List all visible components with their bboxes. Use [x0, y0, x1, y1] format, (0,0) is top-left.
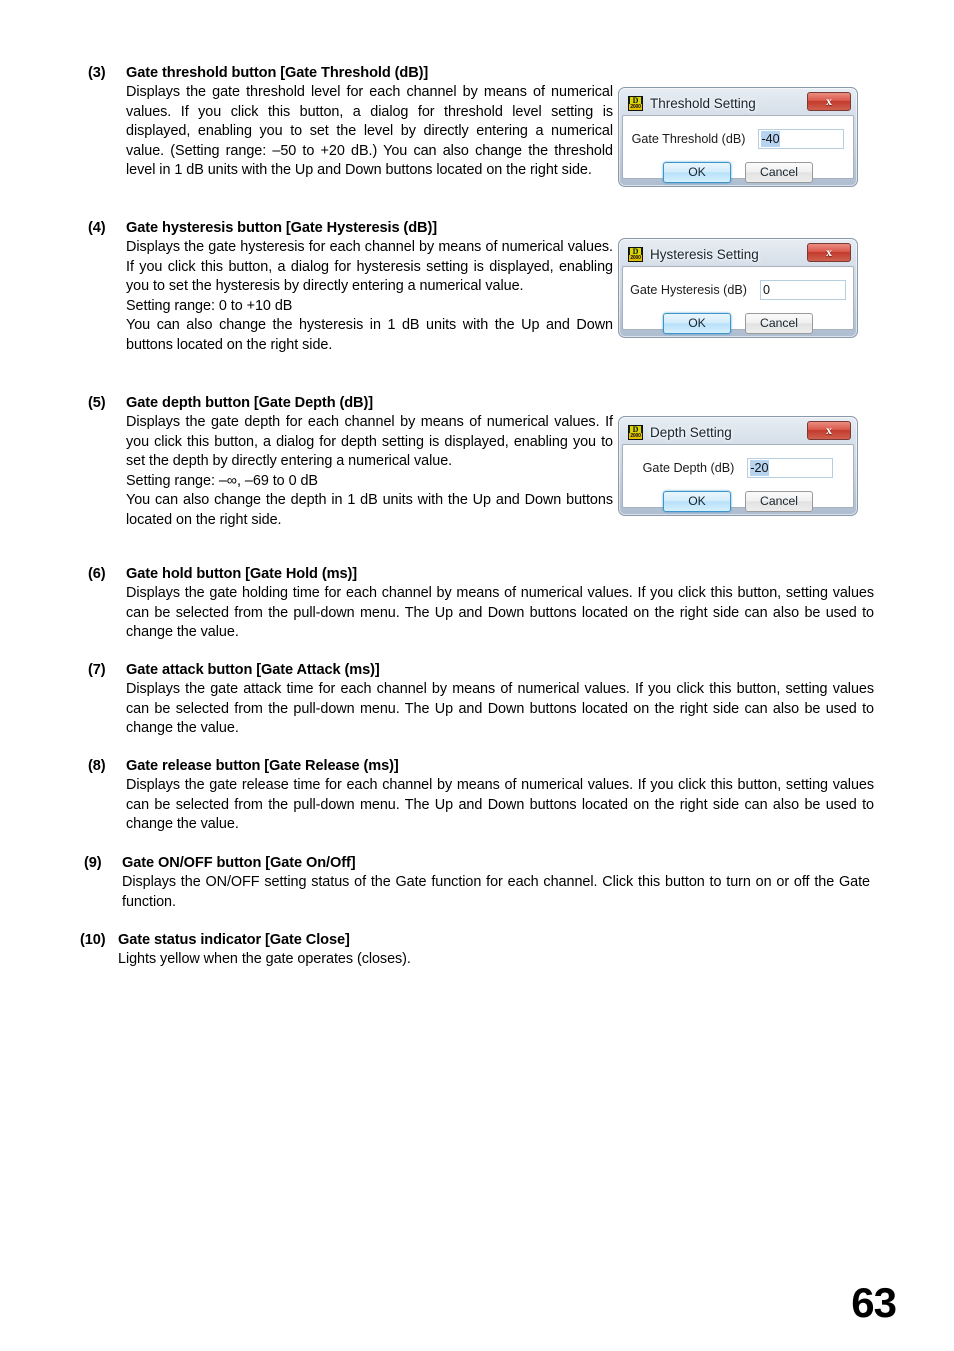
section-5-body: Displays the gate depth for each channel…: [126, 413, 613, 531]
threshold-field-row: Gate Threshold (dB) -40: [623, 129, 853, 149]
document-page: (3) Gate threshold button [Gate Threshol…: [0, 0, 954, 1351]
threshold-setting-dialog[interactable]: D 2000 Threshold Setting x Gate Threshol…: [618, 87, 858, 187]
section-5-heading: (5) Gate depth button [Gate Depth (dB)]: [88, 394, 613, 413]
section-6-number: (6): [88, 566, 106, 582]
threshold-dialog-body: Gate Threshold (dB) -40 OK Cancel: [622, 115, 854, 183]
section-7-number: (7): [88, 662, 106, 678]
section-5-paragraph-3: You can also change the depth in 1 dB un…: [126, 492, 613, 528]
section-7-paragraph-1: Displays the gate attack time for each c…: [126, 681, 874, 737]
section-5-paragraph-2: Setting range: –∞, –69 to 0 dB: [126, 472, 318, 489]
section-8-paragraph-1: Displays the gate release time for each …: [126, 777, 874, 833]
section-10-number: (10): [80, 932, 106, 948]
section-5: (5) Gate depth button [Gate Depth (dB)] …: [88, 394, 613, 531]
section-10-heading: (10) Gate status indicator [Gate Close]: [80, 931, 828, 950]
app-d2000-icon: D 2000: [628, 95, 643, 111]
cancel-button[interactable]: Cancel: [745, 491, 813, 512]
hysteresis-dialog-title: Hysteresis Setting: [650, 246, 759, 262]
section-7-heading: (7) Gate attack button [Gate Attack (ms)…: [88, 661, 836, 680]
close-icon[interactable]: x: [807, 92, 851, 111]
section-8-number: (8): [88, 758, 106, 774]
section-4-title: Gate hysteresis button [Gate Hysteresis …: [126, 220, 437, 236]
section-10-paragraph-1: Lights yellow when the gate operates (cl…: [118, 951, 411, 967]
hysteresis-dialog-buttons: OK Cancel: [623, 313, 853, 334]
gate-depth-input[interactable]: -20: [747, 458, 834, 478]
hysteresis-dialog-body: Gate Hysteresis (dB) 0 OK Cancel: [622, 266, 854, 334]
section-9-paragraph-1: Displays the ON/OFF setting status of th…: [122, 874, 870, 910]
section-10-body: Lights yellow when the gate operates (cl…: [118, 950, 866, 970]
section-5-paragraph-1: Displays the gate depth for each channel…: [126, 414, 613, 470]
section-9-body: Displays the ON/OFF setting status of th…: [122, 873, 870, 912]
section-6-body: Displays the gate holding time for each …: [126, 584, 874, 643]
section-7-body: Displays the gate attack time for each c…: [126, 680, 874, 739]
section-8-body: Displays the gate release time for each …: [126, 776, 874, 835]
depth-dialog-body: Gate Depth (dB) -20 OK Cancel: [622, 444, 854, 512]
section-10-title: Gate status indicator [Gate Close]: [118, 932, 350, 948]
app-icon-number: 2000: [629, 103, 642, 110]
section-3-title: Gate threshold button [Gate Threshold (d…: [126, 65, 429, 81]
section-9-number: (9): [84, 855, 102, 871]
cancel-button[interactable]: Cancel: [745, 162, 813, 183]
gate-threshold-input[interactable]: -40: [758, 129, 845, 149]
app-icon-number: 2000: [629, 254, 642, 261]
section-3-number: (3): [88, 65, 106, 81]
app-d2000-icon: D 2000: [628, 246, 643, 262]
section-10: (10) Gate status indicator [Gate Close] …: [80, 931, 866, 970]
section-8-heading: (8) Gate release button [Gate Release (m…: [88, 757, 836, 776]
close-icon[interactable]: x: [807, 243, 851, 262]
gate-threshold-label: Gate Threshold (dB): [631, 132, 746, 146]
section-8: (8) Gate release button [Gate Release (m…: [88, 757, 874, 835]
gate-hysteresis-label: Gate Hysteresis (dB): [630, 283, 747, 297]
section-4-paragraph-2: Setting range: 0 to +10 dB: [126, 297, 293, 314]
app-icon-number: 2000: [629, 432, 642, 439]
section-3-paragraph-1: Displays the gate threshold level for ea…: [126, 84, 613, 179]
section-6-paragraph-1: Displays the gate holding time for each …: [126, 585, 874, 641]
section-8-title: Gate release button [Gate Release (ms)]: [126, 758, 399, 774]
gate-hysteresis-value: 0: [762, 283, 770, 297]
gate-threshold-value: -40: [761, 131, 780, 147]
threshold-dialog-buttons: OK Cancel: [623, 162, 853, 183]
close-icon[interactable]: x: [807, 421, 851, 440]
section-3-heading: (3) Gate threshold button [Gate Threshol…: [88, 64, 613, 83]
section-4-body: Displays the gate hysteresis for each ch…: [126, 238, 613, 356]
depth-dialog-buttons: OK Cancel: [623, 491, 853, 512]
threshold-dialog-titlebar[interactable]: D 2000 Threshold Setting x: [622, 91, 854, 115]
hysteresis-field-row: Gate Hysteresis (dB) 0: [623, 280, 853, 300]
depth-dialog-titlebar[interactable]: D 2000 Depth Setting x: [622, 420, 854, 444]
section-9-heading: (9) Gate ON/OFF button [Gate On/Off]: [84, 854, 832, 873]
section-6: (6) Gate hold button [Gate Hold (ms)] Di…: [88, 565, 874, 643]
section-6-heading: (6) Gate hold button [Gate Hold (ms)]: [88, 565, 836, 584]
section-3: (3) Gate threshold button [Gate Threshol…: [88, 64, 613, 181]
section-5-number: (5): [88, 395, 106, 411]
section-7-title: Gate attack button [Gate Attack (ms)]: [126, 662, 380, 678]
gate-depth-label: Gate Depth (dB): [642, 461, 735, 475]
section-4-paragraph-3: You can also change the hysteresis in 1 …: [126, 317, 613, 353]
hysteresis-dialog-titlebar[interactable]: D 2000 Hysteresis Setting x: [622, 242, 854, 266]
depth-setting-dialog[interactable]: D 2000 Depth Setting x Gate Depth (dB) -…: [618, 416, 858, 516]
section-4: (4) Gate hysteresis button [Gate Hystere…: [88, 219, 613, 356]
depth-field-row: Gate Depth (dB) -20: [623, 458, 853, 478]
section-9: (9) Gate ON/OFF button [Gate On/Off] Dis…: [84, 854, 870, 912]
ok-button[interactable]: OK: [663, 491, 731, 512]
section-4-number: (4): [88, 220, 106, 236]
section-6-title: Gate hold button [Gate Hold (ms)]: [126, 566, 357, 582]
gate-depth-value: -20: [750, 460, 769, 476]
hysteresis-setting-dialog[interactable]: D 2000 Hysteresis Setting x Gate Hystere…: [618, 238, 858, 338]
cancel-button[interactable]: Cancel: [745, 313, 813, 334]
gate-hysteresis-input[interactable]: 0: [759, 280, 846, 300]
depth-dialog-title: Depth Setting: [650, 424, 732, 440]
section-3-body: Displays the gate threshold level for ea…: [126, 83, 613, 181]
section-4-paragraph-1: Displays the gate hysteresis for each ch…: [126, 239, 613, 295]
section-4-heading: (4) Gate hysteresis button [Gate Hystere…: [88, 219, 613, 238]
page-number: 63: [851, 1279, 897, 1326]
ok-button[interactable]: OK: [663, 313, 731, 334]
section-7: (7) Gate attack button [Gate Attack (ms)…: [88, 661, 874, 739]
section-9-title: Gate ON/OFF button [Gate On/Off]: [122, 855, 356, 871]
app-d2000-icon: D 2000: [628, 424, 643, 440]
ok-button[interactable]: OK: [663, 162, 731, 183]
section-5-title: Gate depth button [Gate Depth (dB)]: [126, 395, 373, 411]
threshold-dialog-title: Threshold Setting: [650, 95, 756, 111]
